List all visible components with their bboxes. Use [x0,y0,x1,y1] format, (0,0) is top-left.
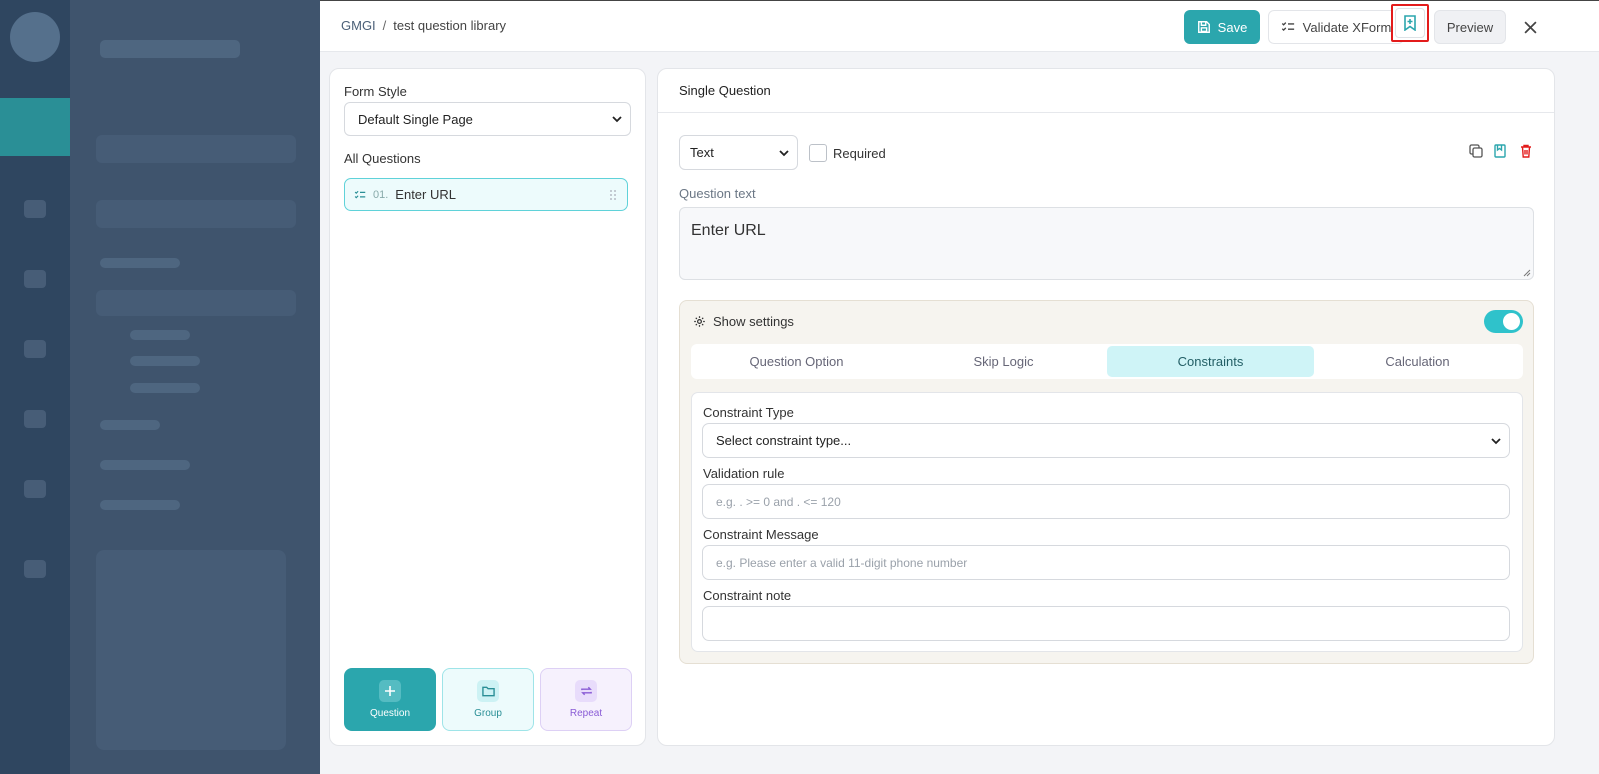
constraint-message-input[interactable]: e.g. Please enter a valid 11-digit phone… [702,545,1510,580]
constraint-type-value: Select constraint type... [716,433,852,448]
background-select [96,135,296,163]
settings-toggle[interactable] [1484,310,1523,333]
question-text-input[interactable]: Enter URL [679,207,1534,280]
settings-panel: Show settings Question Option Skip Logic… [679,300,1534,664]
breadcrumb-home-link[interactable]: GMGI [341,18,376,33]
bookmark-plus-icon [1404,15,1416,31]
validate-xform-label: Validate XForm [1302,19,1392,35]
close-icon [1523,20,1537,34]
constraint-note-input[interactable] [702,606,1510,641]
settings-tabs: Question Option Skip Logic Constraints C… [691,344,1523,379]
close-button[interactable] [1515,10,1545,44]
validate-xform-button[interactable]: Validate XForm [1268,10,1404,44]
background-nav-icon [24,560,46,578]
constraint-message-label: Constraint Message [703,527,819,542]
add-repeat-label: Repeat [569,708,603,719]
drag-handle-icon[interactable] [609,189,617,201]
question-text-label: Question text [679,186,756,201]
background-menu-item [100,500,180,510]
background-menu-item [100,420,160,430]
background-nav-icon [24,410,46,428]
chevron-down-icon [612,116,622,123]
breadcrumb: GMGI / test question library [341,18,506,33]
background-menu-item [130,356,200,366]
tab-question-option[interactable]: Question Option [693,346,900,377]
background-nav-icon [24,270,46,288]
save-icon [1197,21,1210,33]
checklist-icon [1281,22,1294,31]
question-title: Enter URL [395,187,456,202]
background-app-rail [0,0,70,774]
background-app-sidebar [70,0,320,774]
save-button-label: Save [1217,19,1248,35]
question-editor: Single Question Text Required Question t… [657,68,1555,746]
validation-rule-placeholder: e.g. . >= 0 and . <= 120 [716,494,841,509]
background-nav-icon [24,480,46,498]
all-questions-label: All Questions [344,151,421,166]
background-active-nav [0,98,70,156]
background-card [96,550,286,750]
question-text-value: Enter URL [691,222,766,239]
tab-skip-logic[interactable]: Skip Logic [900,346,1107,377]
add-repeat-button[interactable]: Repeat [540,668,632,731]
folder-icon [477,680,499,702]
question-editor-title: Single Question [658,69,1554,113]
background-nav-icon [24,340,46,358]
editor-topbar: GMGI / test question library Save Validate… [320,1,1599,52]
background-menu-item [130,383,200,393]
trash-icon[interactable] [1520,144,1532,158]
background-select [96,200,296,228]
settings-header: Show settings [693,314,794,329]
settings-title: Show settings [713,314,794,329]
tab-calculation[interactable]: Calculation [1314,346,1521,377]
breadcrumb-separator: / [382,18,387,33]
constraint-message-placeholder: e.g. Please enter a valid 11-digit phone… [716,555,968,570]
validation-rule-input[interactable]: e.g. . >= 0 and . <= 120 [702,484,1510,519]
background-menu-item [130,330,190,340]
constraint-type-label: Constraint Type [703,405,794,420]
resize-grip-icon[interactable] [1523,269,1531,277]
question-list-item[interactable]: 01. Enter URL [344,178,628,211]
background-brand [100,40,240,58]
background-logo [10,12,60,62]
gear-icon [694,316,705,327]
questions-sidebar: Form Style Default Single Page All Quest… [329,68,646,746]
validation-rule-label: Validation rule [703,466,785,481]
preview-button[interactable]: Preview [1434,10,1506,44]
copy-icon[interactable] [1469,144,1483,158]
add-group-label: Group [474,708,502,719]
question-number: 01. [373,188,389,201]
background-menu-item [100,258,180,268]
constraint-note-label: Constraint note [703,588,792,603]
bookmark-add-button[interactable] [1391,4,1429,42]
checklist-icon [354,190,366,198]
required-label: Required [833,146,886,161]
constraint-type-select[interactable]: Select constraint type... [702,423,1510,458]
add-question-button[interactable]: Question [344,668,436,731]
plus-icon [379,680,401,702]
save-button[interactable]: Save [1184,10,1260,44]
bookmark-save-icon[interactable] [1494,144,1506,158]
question-type-select[interactable]: Text [679,135,798,170]
chevron-down-icon [779,149,789,156]
repeat-icon [575,680,597,702]
add-question-label: Question [369,708,411,719]
toggle-knob [1503,313,1520,330]
form-style-label: Form Style [344,84,407,99]
form-editor-panel: GMGI / test question library Save Validate… [320,0,1599,774]
breadcrumb-current: test question library [393,18,507,33]
form-style-value: Default Single Page [358,111,473,127]
bookmark-add-button-inner [1395,8,1425,38]
required-checkbox[interactable] [809,144,827,162]
chevron-down-icon [1491,437,1501,444]
add-group-button[interactable]: Group [442,668,534,731]
question-type-value: Text [690,145,714,160]
background-nav-icon [24,200,46,218]
background-menu-item [96,290,296,316]
form-style-select[interactable]: Default Single Page [344,102,631,136]
tab-constraints[interactable]: Constraints [1107,346,1314,377]
background-menu-item [100,460,190,470]
constraints-form: Constraint Type Select constraint type..… [691,392,1523,652]
